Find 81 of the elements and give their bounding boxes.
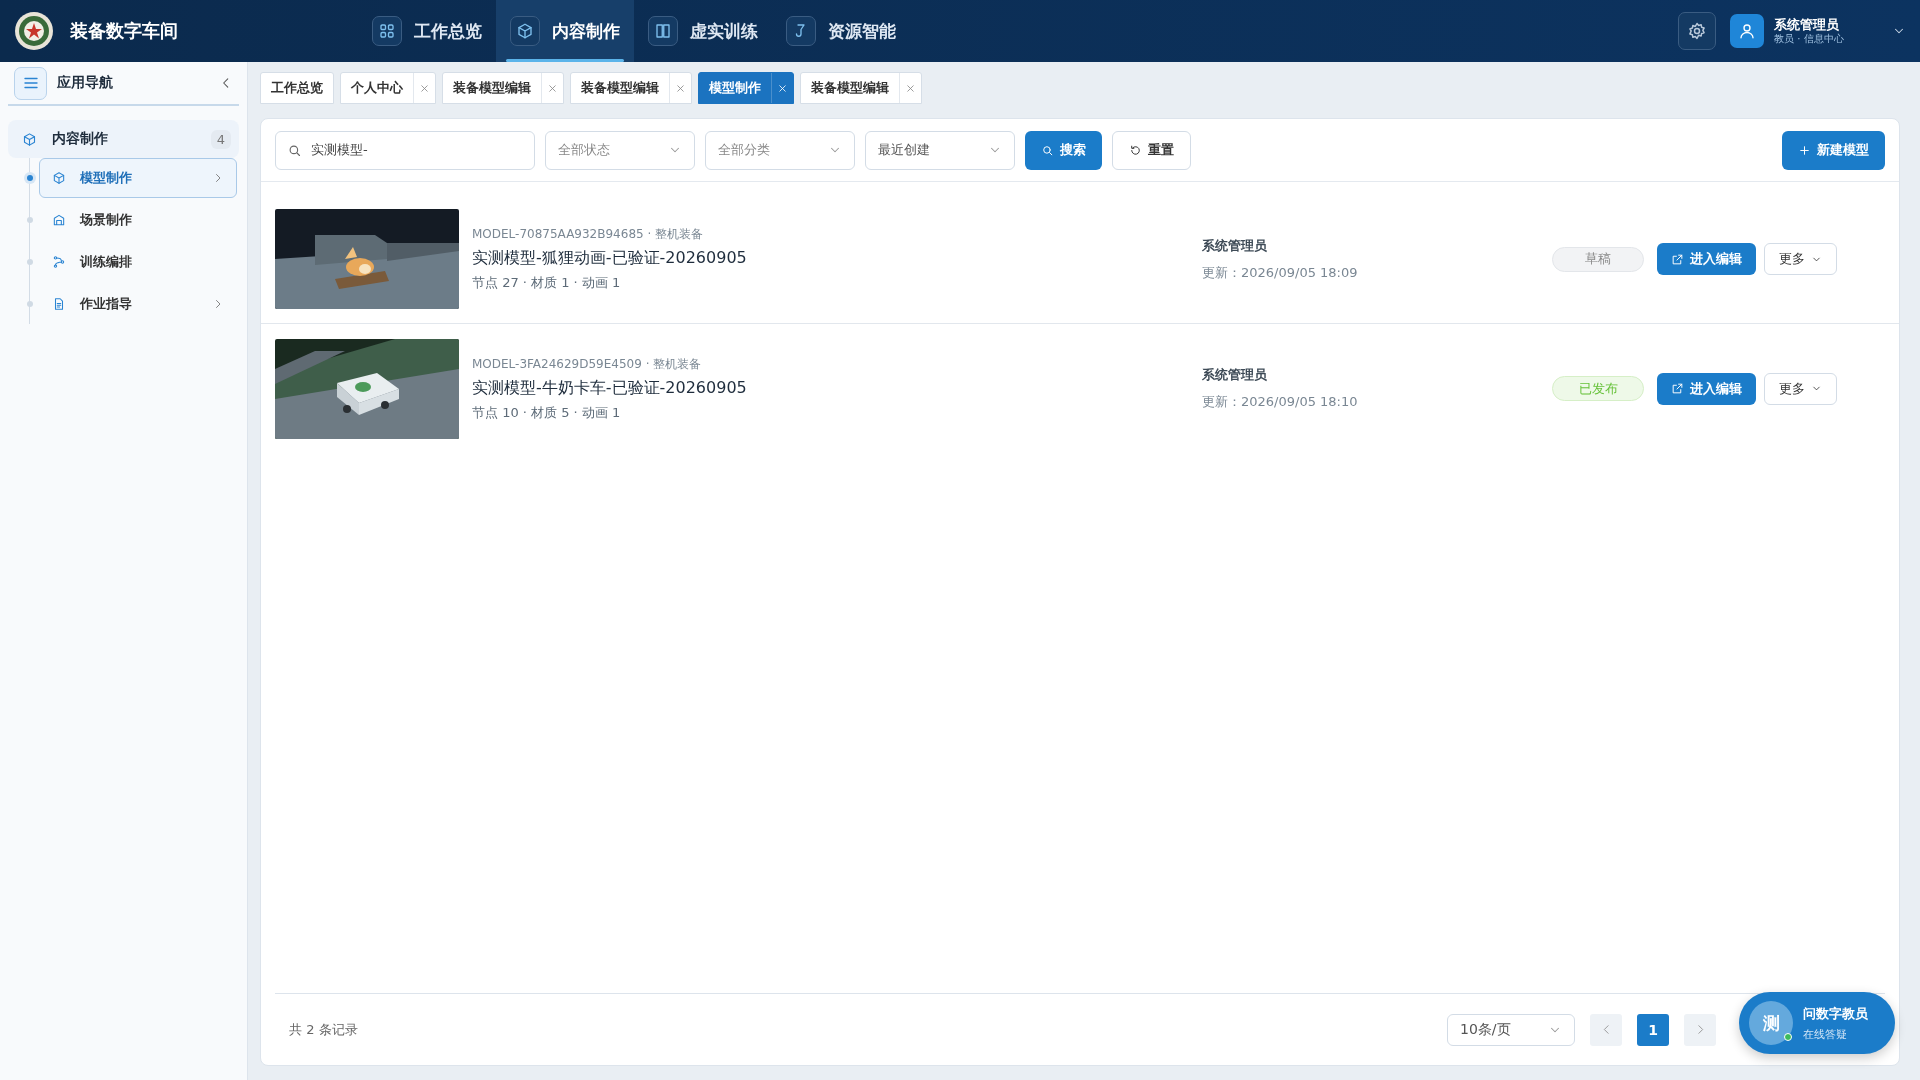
- external-link-icon: [1671, 382, 1684, 395]
- model-name: 实测模型-牛奶卡车-已验证-20260905: [472, 377, 748, 399]
- owner-name: 系统管理员: [1202, 366, 1268, 384]
- update-time: 更新：2026/09/05 18:09: [1202, 263, 1359, 282]
- grid-icon: [378, 22, 396, 40]
- next-page-button[interactable]: [1684, 1013, 1716, 1046]
- menu-button[interactable]: [14, 66, 47, 100]
- edit-button[interactable]: 进入编辑: [1657, 243, 1756, 275]
- model-code: MODEL-3FA24629D59E4509 · 整机装备: [472, 355, 703, 373]
- reset-button[interactable]: 重置: [1112, 130, 1191, 170]
- settings-button[interactable]: [1678, 12, 1716, 50]
- page-tab[interactable]: 装备模型编辑: [800, 72, 922, 104]
- building-icon: [52, 213, 66, 227]
- record-count: 共 2 条记录: [289, 1020, 358, 1039]
- item-label: 场景制作: [80, 211, 132, 229]
- page-tab[interactable]: 装备模型编辑: [570, 72, 692, 104]
- external-link-icon: [1671, 252, 1684, 266]
- owner-name: 系统管理员: [1202, 236, 1268, 255]
- status-badge: 已发布: [1552, 376, 1644, 401]
- nav-tab[interactable]: 内容制作: [496, 0, 634, 62]
- page-tab[interactable]: 个人中心: [340, 72, 436, 104]
- user-role: 教员 · 信息中心: [1774, 32, 1844, 45]
- user-icon: [1738, 22, 1756, 40]
- document-icon: [52, 297, 66, 311]
- close-icon: [547, 82, 558, 94]
- item-label: 训练编排: [80, 253, 132, 271]
- close-icon: [419, 82, 430, 94]
- nav-tab[interactable]: 资源智能: [772, 0, 910, 62]
- flow-icon: [52, 255, 66, 269]
- page-tab[interactable]: 工作总览: [260, 72, 334, 104]
- plus-icon: [1798, 143, 1811, 157]
- online-dot: [1784, 1033, 1792, 1041]
- item-label: 模型制作: [80, 169, 132, 187]
- close-icon: [777, 82, 788, 94]
- edit-button[interactable]: 进入编辑: [1657, 372, 1756, 405]
- close-icon: [675, 82, 686, 94]
- cube-icon: [21, 131, 37, 147]
- close-icon: [905, 82, 916, 94]
- dropdown[interactable]: 最近创建: [865, 130, 1015, 170]
- assistant-button[interactable]: 测 问数字教员 在线答疑: [1739, 992, 1895, 1054]
- dropdown[interactable]: 全部状态: [545, 130, 695, 170]
- group-label: 内容制作: [52, 130, 108, 148]
- app-title: 装备数字车间: [70, 19, 178, 43]
- search-icon: [1041, 143, 1054, 157]
- model-name: 实测模型-狐狸动画-已验证-20260905: [472, 248, 748, 269]
- cube-icon: [516, 22, 534, 40]
- cube-icon: [52, 171, 66, 185]
- page-button[interactable]: 1: [1637, 1013, 1669, 1046]
- user-name: 系统管理员: [1774, 17, 1840, 33]
- model-stats: 节点 10 · 材质 5 · 动画 1: [472, 403, 622, 422]
- model-stats: 节点 27 · 材质 1 · 动画 1: [472, 274, 622, 292]
- sidebar-item[interactable]: 场景制作: [39, 200, 237, 240]
- sidebar-item[interactable]: 训练编排: [39, 242, 237, 282]
- book-icon: [654, 22, 672, 40]
- sidebar-item[interactable]: 模型制作: [39, 158, 237, 198]
- item-label: 作业指导: [80, 295, 132, 313]
- nav-tab[interactable]: 工作总览: [358, 0, 496, 62]
- nav-tab[interactable]: 虚实训练: [634, 0, 772, 62]
- page-tab[interactable]: 模型制作: [698, 72, 794, 104]
- status-badge: 草稿: [1552, 246, 1644, 272]
- sidebar-title: 应用导航: [57, 74, 113, 92]
- settings-icon: [1687, 21, 1707, 41]
- assistant-avatar: 测: [1749, 1001, 1793, 1045]
- model-code: MODEL-70875AA932B94685 · 整机装备: [472, 226, 705, 243]
- assistant-subtitle: 在线答疑: [1803, 1026, 1848, 1042]
- previous-page-button[interactable]: [1590, 1013, 1622, 1046]
- dropdown[interactable]: 全部分类: [705, 130, 855, 170]
- sidebar-item[interactable]: 作业指导: [39, 284, 237, 324]
- emblem-logo: [14, 11, 54, 51]
- reset-icon: [1129, 143, 1142, 157]
- page-size-dropdown[interactable]: 10条/页: [1447, 1013, 1575, 1046]
- page-tab[interactable]: 装备模型编辑: [442, 72, 564, 104]
- new-model-button[interactable]: 新建模型: [1782, 130, 1885, 170]
- assistant-title: 问数字教员: [1803, 1004, 1868, 1023]
- count-badge: 4: [210, 129, 231, 149]
- more-button[interactable]: 更多: [1764, 243, 1837, 275]
- sidebar-group[interactable]: 内容制作 4: [8, 120, 239, 158]
- more-button[interactable]: 更多: [1764, 372, 1837, 405]
- update-time: 更新：2026/09/05 18:10: [1202, 393, 1359, 411]
- search-field[interactable]: 实测模型-: [275, 130, 535, 170]
- search-button[interactable]: 搜索: [1025, 130, 1102, 170]
